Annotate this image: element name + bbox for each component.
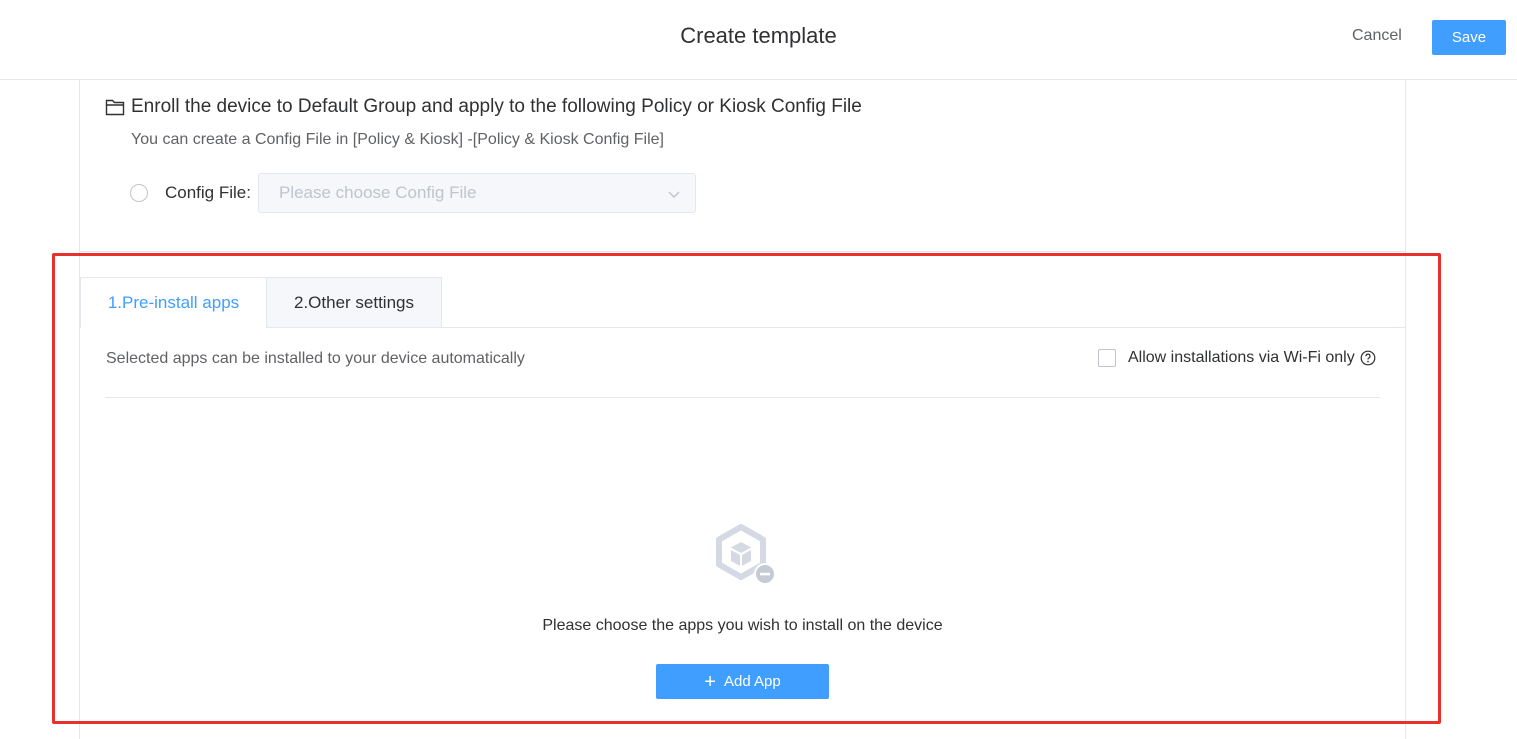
save-button[interactable]: Save	[1432, 20, 1506, 55]
folder-icon	[105, 99, 125, 116]
config-file-label: Config File:	[165, 183, 251, 202]
wifi-only-label[interactable]: Allow installations via Wi-Fi only	[1128, 349, 1355, 367]
page-title: Create template	[680, 23, 837, 48]
tab-other-settings[interactable]: 2.Other settings	[266, 277, 442, 328]
inner-divider	[105, 397, 1380, 398]
chevron-down-icon	[668, 191, 680, 199]
enroll-title: Enroll the device to Default Group and a…	[131, 96, 862, 117]
wifi-only-checkbox[interactable]	[1098, 349, 1116, 367]
config-file-select[interactable]: Please choose Config File	[257, 173, 696, 213]
section-divider	[79, 251, 1406, 252]
add-app-label: Add App	[723, 673, 781, 690]
help-circle-icon[interactable]	[1360, 350, 1376, 366]
config-file-placeholder: Please choose Config File	[278, 183, 477, 202]
plus-icon: +	[704, 670, 716, 693]
preinstall-description: Selected apps can be installed to your d…	[106, 350, 525, 367]
wifi-only-option: Allow installations via Wi-Fi only	[1098, 349, 1376, 367]
config-hint: You can create a Config File in [Policy …	[131, 131, 664, 148]
top-bar: Create template Cancel Save	[0, 0, 1517, 80]
config-file-radio[interactable]	[130, 184, 148, 202]
cancel-button[interactable]: Cancel	[1352, 27, 1402, 45]
empty-state-text: Please choose the apps you wish to insta…	[542, 617, 943, 634]
tab-pre-install-apps[interactable]: 1.Pre-install apps	[80, 277, 267, 328]
active-tab-joint	[81, 327, 266, 329]
config-file-row: Config File: Please choose Config File	[130, 173, 696, 213]
add-app-button[interactable]: + Add App	[656, 664, 829, 699]
enroll-section-title: Enroll the device to Default Group and a…	[105, 96, 862, 118]
app-package-remove-icon	[716, 524, 776, 585]
